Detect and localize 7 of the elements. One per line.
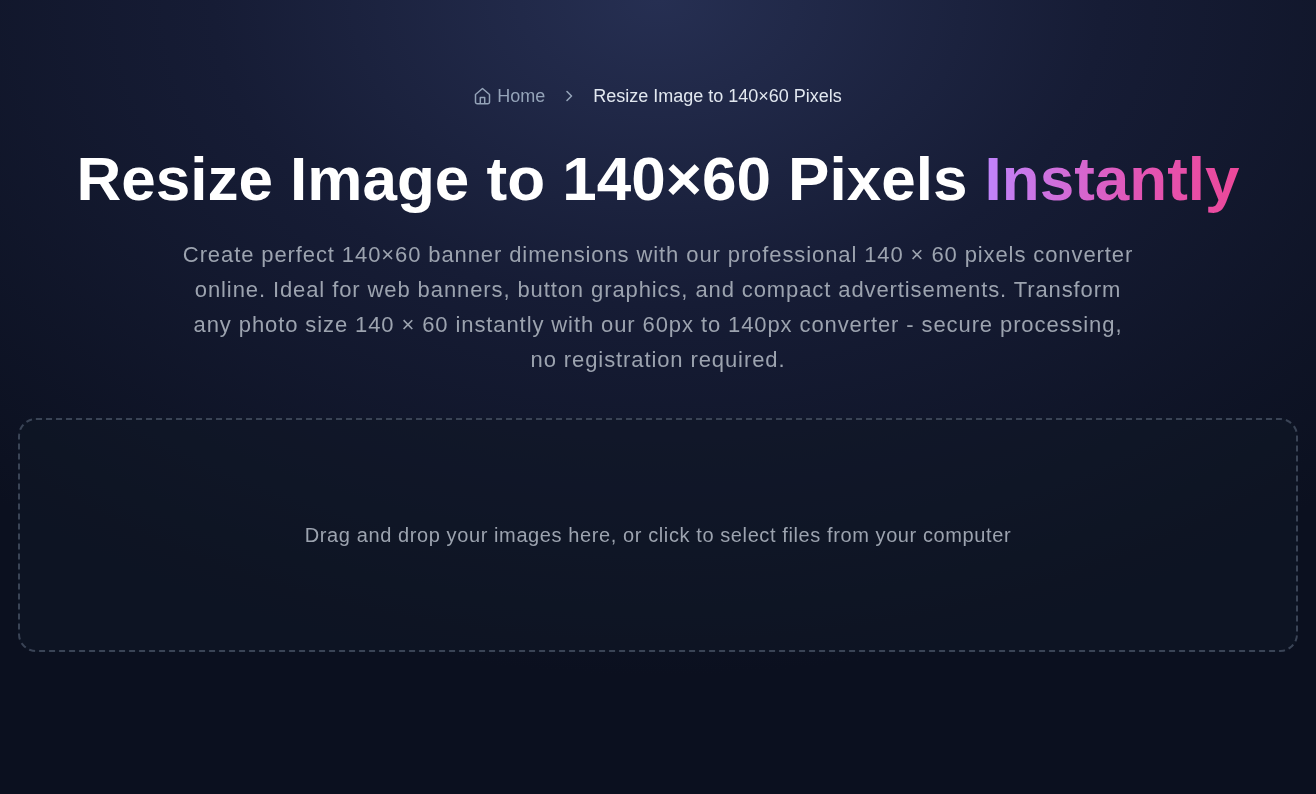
home-link[interactable]: Home <box>474 84 546 108</box>
page-title: Resize Image to 140×60 Pixels Instantly <box>76 143 1240 215</box>
breadcrumb-current-page: Resize Image to 140×60 Pixels <box>593 85 842 108</box>
home-icon <box>474 87 492 105</box>
upload-dropzone[interactable]: Drag and drop your images here, or click to select files from your computer <box>18 418 1298 652</box>
chevron-right-icon <box>565 90 574 102</box>
page-description: Create perfect 140×60 banner dimensions with our professional 140 × 60 pixels converter online. Ideal for web banners, button graphics, and compact advertisements. Transform any photo size 140 × 60 instantly with our 60px to 140px converter - secure processing, no registration required. <box>181 241 1135 374</box>
